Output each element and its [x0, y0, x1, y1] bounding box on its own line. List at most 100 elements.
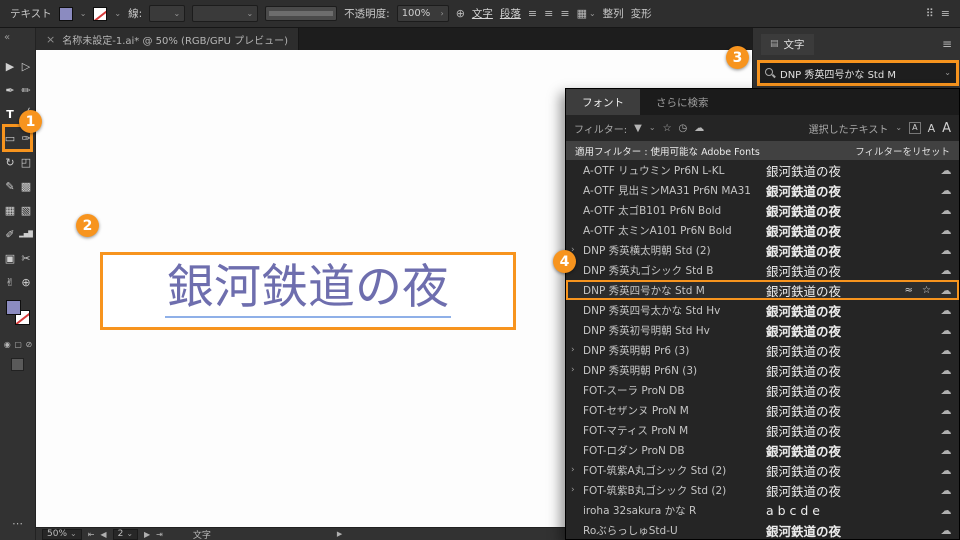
preview-size-large-button[interactable]: A — [942, 122, 951, 135]
panel-menu-icon[interactable]: ≡ — [942, 37, 952, 51]
expand-chevron-icon[interactable]: › — [571, 365, 583, 375]
font-list-row[interactable]: A-OTF リュウミン Pr6N L-KL 銀河鉄道の夜 ☁ — [566, 160, 959, 180]
activate-cloud-icon[interactable]: ☁ — [937, 384, 955, 397]
font-list-row[interactable]: RoぶらっしゅStd-U 銀河鉄道の夜 ☁ — [566, 520, 959, 539]
font-list-row[interactable]: FOT-ロダン ProN DB 銀河鉄道の夜 ☁ — [566, 440, 959, 460]
close-tab-icon[interactable]: × — [46, 33, 55, 46]
filter-chevron-icon[interactable]: ⌄ — [649, 124, 656, 132]
activate-cloud-icon[interactable]: ☁ — [937, 284, 955, 297]
artboard-tool[interactable]: ▣ — [2, 246, 18, 270]
direct-selection-tool[interactable]: ▷ — [18, 54, 34, 78]
activate-cloud-icon[interactable]: ☁ — [937, 264, 955, 277]
color-mode-icon[interactable]: ◉ — [4, 340, 11, 349]
first-artboard-icon[interactable]: ⇤ — [88, 530, 95, 539]
tab-fonts[interactable]: フォント — [566, 89, 640, 115]
preview-size-small-button[interactable]: A — [909, 122, 921, 134]
activate-cloud-icon[interactable]: ☁ — [937, 444, 955, 457]
selection-tool[interactable]: ▶ — [2, 54, 18, 78]
globe-icon[interactable]: ⊕ — [456, 7, 465, 20]
fill-stroke-indicator[interactable] — [6, 300, 32, 326]
font-list-row[interactable]: DNP 秀英丸ゴシック Std B 銀河鉄道の夜 ☁ — [566, 260, 959, 280]
prev-artboard-icon[interactable]: ◀ — [100, 530, 106, 539]
opacity-value-dropdown[interactable]: 100% › — [396, 5, 449, 22]
tab-find-more[interactable]: さらに検索 — [640, 89, 725, 115]
font-search-field[interactable]: DNP 秀英四号かな Std M ⌄ — [757, 60, 959, 86]
edit-toolbar-icon[interactable]: ⋯ — [0, 517, 36, 530]
transform-button[interactable]: 変形 — [631, 6, 652, 21]
activate-cloud-icon[interactable]: ☁ — [937, 204, 955, 217]
font-list-row[interactable]: A-OTF 太ミンA101 Pr6N Bold 銀河鉄道の夜 ☁ — [566, 220, 959, 240]
activate-cloud-icon[interactable]: ☁ — [937, 184, 955, 197]
activate-cloud-icon[interactable]: ☁ — [937, 344, 955, 357]
activate-cloud-icon[interactable]: ☁ — [937, 424, 955, 437]
font-list-row[interactable]: A-OTF 見出ミンMA31 Pr6N MA31 銀河鉄道の夜 ☁ — [566, 180, 959, 200]
align-right-icon[interactable]: ≡ — [560, 7, 569, 20]
brush-definition-dropdown[interactable]: ⌄ — [192, 5, 259, 22]
artboard-dropdown[interactable]: 2 ⌄ — [112, 528, 139, 540]
activate-cloud-icon[interactable]: ☁ — [937, 504, 955, 517]
filter-funnel-icon[interactable]: ▼ — [634, 123, 642, 134]
zoom-dropdown[interactable]: 50% ⌄ — [42, 528, 82, 540]
font-list-row[interactable]: A-OTF 太ゴB101 Pr6N Bold 銀河鉄道の夜 ☁ — [566, 200, 959, 220]
font-field-chevron-icon[interactable]: ⌄ — [944, 69, 951, 77]
workspace-switcher-icon[interactable]: ⠿ — [926, 7, 934, 20]
favorites-star-icon[interactable]: ☆ — [663, 123, 672, 134]
tab-character-panel[interactable]: ▤ 文字 — [761, 33, 814, 55]
font-list-row[interactable]: FOT-スーラ ProN DB 銀河鉄道の夜 ☁ — [566, 380, 959, 400]
activate-cloud-icon[interactable]: ☁ — [937, 304, 955, 317]
rotate-tool[interactable]: ↻ — [2, 150, 18, 174]
curvature-tool[interactable]: ✏ — [18, 78, 34, 102]
preview-size-medium-button[interactable]: A — [928, 123, 936, 134]
font-list-row[interactable]: › DNP 秀英横太明朝 Std (2) 銀河鉄道の夜 ☁ — [566, 240, 959, 260]
expand-chevron-icon[interactable]: › — [571, 485, 583, 495]
document-tab[interactable]: × 名称未設定-1.ai* @ 50% (RGB/GPU プレビュー) — [36, 28, 300, 50]
expand-chevron-icon[interactable]: › — [571, 345, 583, 355]
character-panel-link[interactable]: 文字 — [472, 6, 493, 21]
fill-proxy-swatch[interactable] — [6, 300, 21, 315]
artboard-text[interactable]: 銀河鉄道の夜 — [165, 264, 451, 318]
activate-cloud-icon[interactable]: ☁ — [937, 224, 955, 237]
font-list-row[interactable]: DNP 秀英四号太かな Std Hv 銀河鉄道の夜 ☁ — [566, 300, 959, 320]
type-tool[interactable]: T — [2, 102, 18, 126]
font-list-row[interactable]: FOT-セザンヌ ProN M 銀河鉄道の夜 ☁ — [566, 400, 959, 420]
selected-text-chevron-icon[interactable]: ⌄ — [895, 124, 902, 132]
paragraph-panel-link[interactable]: 段落 — [500, 6, 521, 21]
last-artboard-icon[interactable]: ⇥ — [156, 530, 163, 539]
collapse-panel-icon[interactable]: « — [4, 32, 10, 43]
activate-cloud-icon[interactable]: ☁ — [937, 484, 955, 497]
font-list-row[interactable]: FOT-マティス ProN M 銀河鉄道の夜 ☁ — [566, 420, 959, 440]
activate-cloud-icon[interactable]: ☁ — [937, 324, 955, 337]
hand-tool[interactable]: ✌ — [2, 270, 18, 294]
blob-brush-tool[interactable]: ▩ — [18, 174, 34, 198]
font-list-row[interactable]: DNP 秀英四号かな Std M 銀河鉄道の夜 ≈ ☆ ☁ — [566, 280, 959, 300]
slice-tool[interactable]: ✂ — [18, 246, 34, 270]
expand-chevron-icon[interactable]: › — [571, 465, 583, 475]
glyph-snapping-icon[interactable]: ▦ ⌄ — [577, 7, 596, 20]
activate-cloud-icon[interactable]: ☁ — [937, 364, 955, 377]
fill-color-swatch[interactable] — [58, 6, 73, 21]
eyedropper-tool[interactable]: ✐ — [2, 222, 18, 246]
draw-mode-button[interactable] — [11, 358, 24, 371]
recent-clock-icon[interactable]: ◷ — [679, 123, 688, 134]
activate-cloud-icon[interactable]: ☁ — [937, 464, 955, 477]
activate-cloud-icon[interactable]: ☁ — [937, 164, 955, 177]
activated-fonts-cloud-icon[interactable]: ☁ — [694, 123, 704, 134]
font-list-row[interactable]: iroha 32sakura かな R a b c d e ☁ — [566, 500, 959, 520]
width-profile-dropdown[interactable] — [265, 6, 338, 21]
options-menu-icon[interactable]: ≡ — [941, 7, 950, 20]
font-list-row[interactable]: › DNP 秀英明朝 Pr6N (3) 銀河鉄道の夜 ☁ — [566, 360, 959, 380]
reset-filter-button[interactable]: フィルターをリセット — [855, 144, 950, 158]
pen-tool[interactable]: ✒ — [2, 78, 18, 102]
next-artboard-icon[interactable]: ▶ — [144, 530, 150, 539]
stroke-color-swatch[interactable] — [93, 6, 108, 21]
scale-tool[interactable]: ◰ — [18, 150, 34, 174]
fill-chevron-icon[interactable]: ⌄ — [80, 9, 87, 18]
gradient-tool[interactable]: ▧ — [18, 198, 34, 222]
stroke-weight-dropdown[interactable]: ⌄ — [149, 5, 186, 22]
gradient-mode-icon[interactable]: ▢ — [14, 340, 22, 349]
align-center-icon[interactable]: ≡ — [544, 7, 553, 20]
pencil-tool[interactable]: ✎ — [2, 174, 18, 198]
font-list-row[interactable]: › FOT-筑紫A丸ゴシック Std (2) 銀河鉄道の夜 ☁ — [566, 460, 959, 480]
selected-text-dropdown[interactable]: 選択したテキスト — [809, 121, 889, 136]
stroke-chevron-icon[interactable]: ⌄ — [114, 9, 121, 18]
